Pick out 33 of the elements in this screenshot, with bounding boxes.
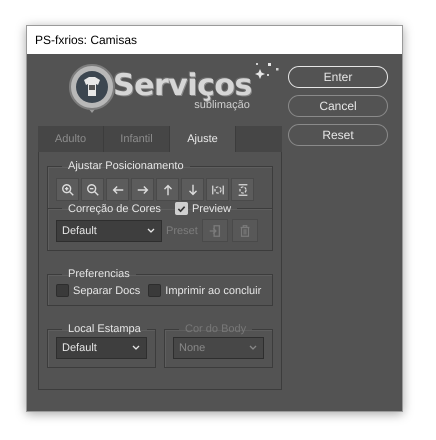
import-icon bbox=[208, 224, 222, 238]
dropdown[interactable]: Default bbox=[56, 337, 147, 359]
dialog-button[interactable]: Cancel bbox=[288, 95, 388, 117]
checkbox[interactable] bbox=[56, 284, 69, 297]
group-title: Correção de Cores bbox=[68, 202, 161, 214]
caret-icon bbox=[146, 226, 156, 236]
zoom-in-icon bbox=[60, 182, 74, 196]
arrow-down-button[interactable] bbox=[181, 178, 204, 201]
checkbox-label: Imprimir ao concluir bbox=[165, 284, 262, 296]
zoom-in-button[interactable] bbox=[56, 178, 79, 201]
zoom-out-button[interactable] bbox=[81, 178, 104, 201]
dropdown[interactable]: Default bbox=[56, 220, 162, 242]
check-icon bbox=[176, 204, 186, 213]
logo-subtitle: sublimação bbox=[194, 98, 250, 110]
window-title: PS-fxrios: Camisas bbox=[35, 33, 138, 47]
logo-title: Serviços bbox=[113, 70, 252, 102]
group-title: Local Estampa bbox=[68, 323, 141, 335]
arrow-right-button[interactable] bbox=[131, 178, 154, 201]
fit-height-icon bbox=[236, 182, 250, 196]
arrow-up-button[interactable] bbox=[156, 178, 179, 201]
fit-width-button[interactable] bbox=[206, 178, 229, 201]
fit-height-button[interactable] bbox=[231, 178, 254, 201]
checkbox[interactable] bbox=[148, 284, 162, 297]
checkbox-label: Preview bbox=[192, 202, 232, 214]
group-title: Preferencias bbox=[68, 268, 130, 280]
checkbox-label: Separar Docs bbox=[73, 284, 140, 296]
dialog-button[interactable]: Reset bbox=[288, 124, 388, 146]
zoom-out-icon bbox=[86, 182, 100, 196]
fit-width-icon bbox=[210, 182, 224, 196]
arrow-left-button[interactable] bbox=[106, 178, 129, 201]
trash-icon bbox=[238, 224, 252, 238]
group-title: Ajustar Posicionamento bbox=[68, 160, 184, 172]
dialog-button[interactable]: Enter bbox=[288, 66, 388, 88]
